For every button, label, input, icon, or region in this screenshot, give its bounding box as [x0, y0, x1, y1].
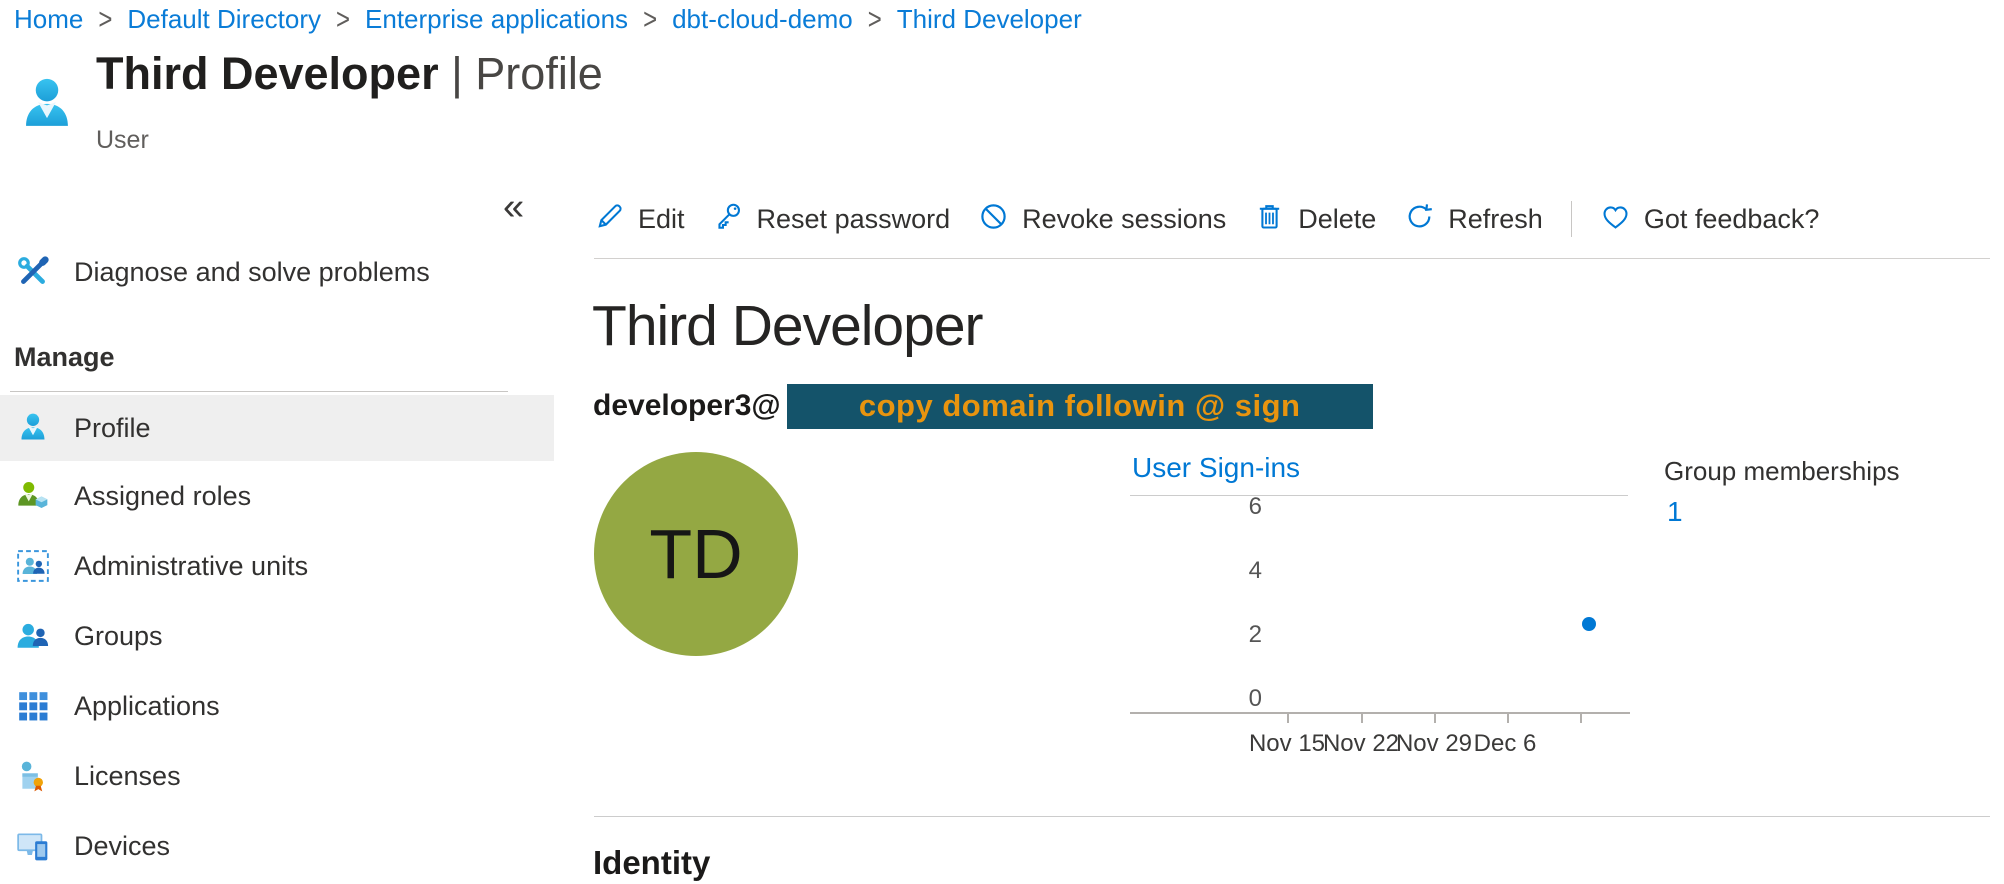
- redacted-domain-overlay: copy domain followin @ sign: [787, 384, 1373, 429]
- licenses-icon: [16, 759, 50, 793]
- avatar: TD: [594, 452, 798, 656]
- reset-password-label: Reset password: [757, 204, 951, 235]
- identity-section-heading: Identity: [593, 844, 710, 882]
- sidebar-item-label: Administrative units: [74, 551, 308, 582]
- section-divider: [594, 816, 1990, 817]
- sidebar-item-assigned-roles[interactable]: Assigned roles: [0, 461, 554, 531]
- delete-label: Delete: [1298, 204, 1376, 235]
- x-axis-tick: [1361, 714, 1363, 723]
- x-axis: [1130, 712, 1630, 714]
- key-icon: [713, 201, 744, 237]
- toolbar-divider: [1571, 201, 1572, 237]
- group-memberships-label: Group memberships: [1664, 456, 1900, 487]
- diagnose-icon: [16, 255, 50, 289]
- breadcrumb-separator: >: [98, 2, 112, 37]
- refresh-label: Refresh: [1448, 204, 1543, 235]
- edit-label: Edit: [638, 204, 685, 235]
- breadcrumb-third-developer[interactable]: Third Developer: [897, 4, 1082, 35]
- x-tick-label: Dec 6: [1474, 730, 1537, 758]
- x-tick-label: Nov 29: [1396, 730, 1472, 758]
- sidebar-item-label: Diagnose and solve problems: [74, 257, 430, 288]
- sidebar-item-diagnose[interactable]: Diagnose and solve problems: [0, 240, 554, 304]
- revoke-sessions-label: Revoke sessions: [1022, 204, 1226, 235]
- user-principal-name: developer3@ copy domain followin @ sign: [593, 383, 1373, 429]
- sidebar-item-devices[interactable]: Devices: [0, 811, 554, 881]
- block-icon: [978, 201, 1009, 237]
- sidebar-item-groups[interactable]: Groups: [0, 601, 554, 671]
- admin-units-icon: [16, 549, 50, 583]
- devices-icon: [16, 829, 50, 863]
- got-feedback-button[interactable]: Got feedback?: [1600, 201, 1820, 237]
- command-bar: Edit Reset password Revoke sessions Dele…: [594, 196, 1819, 242]
- group-memberships-count-link[interactable]: 1: [1667, 496, 1683, 528]
- breadcrumb: Home > Default Directory > Enterprise ap…: [14, 4, 1082, 35]
- sidebar-item-label: Groups: [74, 621, 163, 652]
- sidebar-item-licenses[interactable]: Licenses: [0, 741, 554, 811]
- page-title: Third Developer | Profile: [96, 48, 603, 100]
- sidebar-divider: [10, 391, 508, 392]
- heart-icon: [1600, 201, 1631, 237]
- y-tick-6: 6: [1220, 493, 1262, 521]
- breadcrumb-enterprise-applications[interactable]: Enterprise applications: [365, 4, 628, 35]
- x-tick-label: Nov 22: [1323, 730, 1399, 758]
- pencil-icon: [594, 201, 625, 237]
- x-axis-tick: [1580, 714, 1582, 723]
- edit-button[interactable]: Edit: [594, 201, 685, 237]
- y-tick-2: 2: [1220, 621, 1262, 649]
- page-title-suffix: | Profile: [451, 48, 603, 99]
- breadcrumb-separator: >: [336, 2, 350, 37]
- sidebar-item-profile[interactable]: Profile: [0, 395, 554, 461]
- user-display-name: Third Developer: [592, 293, 983, 359]
- sidebar-section-manage: Manage: [14, 342, 115, 373]
- sidebar-item-label: Applications: [74, 691, 220, 722]
- azure-user-profile-screen: Home > Default Directory > Enterprise ap…: [0, 0, 2004, 884]
- chart-title-link[interactable]: User Sign-ins: [1132, 452, 1300, 484]
- refresh-icon: [1404, 201, 1435, 237]
- breadcrumb-dbt-cloud-demo[interactable]: dbt-cloud-demo: [672, 4, 853, 35]
- got-feedback-label: Got feedback?: [1644, 204, 1820, 235]
- sidebar-nav: Profile Assigned roles Administrative un…: [0, 395, 554, 881]
- x-axis-tick: [1287, 714, 1289, 723]
- trash-icon: [1254, 201, 1285, 237]
- user-icon: [16, 74, 78, 140]
- user-signins-chart: User Sign-ins 6 4 2 0 Nov 15 Nov 22 Nov …: [1130, 452, 1630, 782]
- chart-title-rule: [1130, 495, 1628, 496]
- sidebar-item-label: Assigned roles: [74, 481, 251, 512]
- applications-icon: [16, 689, 50, 723]
- x-tick-label: Nov 15: [1249, 730, 1325, 758]
- groups-icon: [16, 619, 50, 653]
- breadcrumb-separator: >: [868, 2, 882, 37]
- email-prefix: developer3@: [593, 389, 781, 423]
- assigned-roles-icon: [16, 479, 50, 513]
- x-axis-tick: [1507, 714, 1509, 723]
- sidebar-collapse-button[interactable]: «: [503, 186, 524, 229]
- sidebar-item-applications[interactable]: Applications: [0, 671, 554, 741]
- refresh-button[interactable]: Refresh: [1404, 201, 1543, 237]
- sidebar-item-label: Licenses: [74, 761, 181, 792]
- toolbar-rule: [594, 258, 1990, 259]
- sidebar-item-label: Profile: [74, 413, 151, 444]
- page-title-name: Third Developer: [96, 48, 439, 99]
- x-axis-tick: [1434, 714, 1436, 723]
- signin-data-point: [1582, 617, 1596, 631]
- user-icon: [16, 411, 50, 445]
- page-subtitle: User: [96, 126, 149, 155]
- delete-button[interactable]: Delete: [1254, 201, 1376, 237]
- y-tick-0: 0: [1220, 685, 1262, 713]
- breadcrumb-default-directory[interactable]: Default Directory: [127, 4, 321, 35]
- breadcrumb-separator: >: [643, 2, 657, 37]
- reset-password-button[interactable]: Reset password: [713, 201, 951, 237]
- revoke-sessions-button[interactable]: Revoke sessions: [978, 201, 1226, 237]
- sidebar-item-label: Devices: [74, 831, 170, 862]
- y-tick-4: 4: [1220, 557, 1262, 585]
- breadcrumb-home[interactable]: Home: [14, 4, 83, 35]
- sidebar-item-administrative-units[interactable]: Administrative units: [0, 531, 554, 601]
